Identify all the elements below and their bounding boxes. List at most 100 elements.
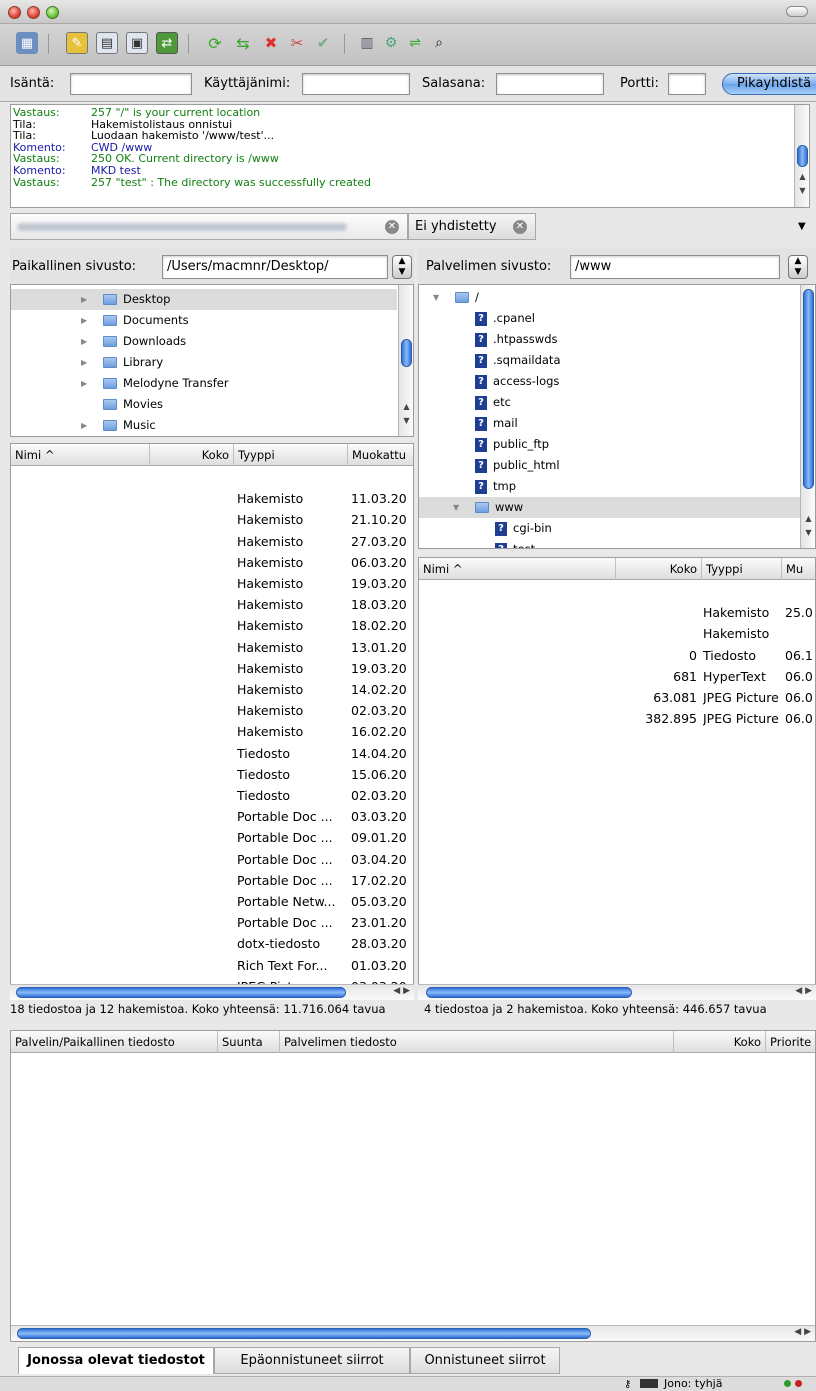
scroll-arrows-icon[interactable]: ◀ ▶ xyxy=(794,1327,811,1337)
local-tree-icon[interactable]: ▤ xyxy=(96,32,118,54)
col-name[interactable]: Nimi ^ xyxy=(419,558,615,580)
message-log[interactable]: Vastaus: 257 "/" is your current location… xyxy=(10,104,810,208)
table-row[interactable]: Hakemisto 11.03.20 xyxy=(11,488,413,509)
local-tree-item[interactable]: ▶ Music xyxy=(11,415,397,436)
scroll-arrows-icon[interactable]: ◀ ▶ xyxy=(795,986,812,996)
scroll-up-icon[interactable]: ▲ xyxy=(399,401,413,413)
local-tree-item[interactable]: ▶ Library xyxy=(11,352,397,373)
log-scrollbar[interactable]: ▲ ▼ xyxy=(794,105,809,207)
remote-tree-item[interactable]: ? test xyxy=(419,539,801,548)
col-modified[interactable]: Mu xyxy=(781,558,815,580)
remote-tree-item[interactable]: ? .sqmaildata xyxy=(419,350,801,371)
remote-path-dropdown-icon[interactable]: ▲ ▼ xyxy=(788,255,808,279)
tab-queued[interactable]: Jonossa olevat tiedostot xyxy=(18,1347,214,1374)
close-tab-icon[interactable]: ✕ xyxy=(513,220,527,234)
table-row[interactable]: .. xyxy=(419,581,815,602)
toolbar-toggle-pill[interactable] xyxy=(786,6,808,17)
remote-tree-item[interactable]: ? public_html xyxy=(419,455,801,476)
tabs-menu-icon[interactable]: ▼ xyxy=(798,221,806,232)
remote-tree-item[interactable]: ? mail xyxy=(419,413,801,434)
table-row[interactable]: Portable Netw... 05.03.20 xyxy=(11,891,413,912)
disclosure-triangle-icon[interactable]: ▶ xyxy=(81,373,91,394)
remote-hscroll[interactable]: ◀ ▶ xyxy=(418,984,816,1000)
table-row[interactable]: testHakemisto xyxy=(419,623,815,644)
remote-tree-scrollbar[interactable]: ▲ ▼ xyxy=(800,285,815,548)
scroll-up-icon[interactable]: ▲ xyxy=(795,171,809,183)
table-row[interactable]: Tiedosto 15.06.20 xyxy=(11,764,413,785)
cancel-icon[interactable]: ✖ xyxy=(260,32,282,54)
remote-tree-item[interactable]: ▼ / xyxy=(419,287,801,308)
table-row[interactable]: Hakemisto 18.03.20 xyxy=(11,594,413,615)
transfer-queue-icon[interactable]: ⇄ xyxy=(156,32,178,54)
local-hscroll[interactable]: ◀ ▶ xyxy=(10,984,414,1000)
table-row[interactable]: Portable Doc ... 03.04.20 xyxy=(11,849,413,870)
refresh-icon[interactable]: ⟳ xyxy=(204,32,226,54)
col-size[interactable]: Koko xyxy=(149,444,233,466)
search-icon[interactable]: ⌕ xyxy=(428,32,450,54)
disclosure-triangle-icon[interactable]: ▶ xyxy=(81,310,91,331)
quickconnect-button[interactable]: Pikayhdistä xyxy=(722,73,816,95)
tab-connection-1[interactable]: ✕ xyxy=(10,213,408,240)
table-row[interactable]: index.html681HyperText06.0 xyxy=(419,666,815,687)
table-row[interactable]: Tiedosto 02.03.20 xyxy=(11,785,413,806)
table-row[interactable]: Rich Text For... 01.03.20 xyxy=(11,955,413,976)
disclosure-triangle-icon[interactable]: ▶ xyxy=(81,331,91,352)
table-row[interactable]: Hakemisto 18.02.20 xyxy=(11,615,413,636)
site-manager-icon[interactable]: ▦ xyxy=(16,32,38,54)
close-window-icon[interactable] xyxy=(8,6,21,19)
scroll-thumb[interactable] xyxy=(16,987,346,998)
col-size[interactable]: Koko xyxy=(615,558,701,580)
table-row[interactable]: Portable Doc ... 03.03.20 xyxy=(11,806,413,827)
table-row[interactable] xyxy=(11,467,413,488)
table-row[interactable]: Portable Doc ... 23.01.20 xyxy=(11,912,413,933)
disclosure-triangle-icon[interactable]: ▶ xyxy=(81,415,91,436)
tab-successful[interactable]: Onnistuneet siirrot xyxy=(410,1347,560,1374)
table-row[interactable]: Hakemisto 19.03.20 xyxy=(11,658,413,679)
table-row[interactable]: 382.895 JPEG Picture 06.0 xyxy=(419,708,815,729)
col-type[interactable]: Tyyppi xyxy=(701,558,781,580)
tab-failed[interactable]: Epäonnistuneet siirrot xyxy=(214,1347,410,1374)
minimize-window-icon[interactable] xyxy=(27,6,40,19)
message-log-icon[interactable]: ✎ xyxy=(66,32,88,54)
table-row[interactable]: Tiedosto 14.04.20 xyxy=(11,743,413,764)
col-priority[interactable]: Priorite xyxy=(765,1031,815,1053)
scroll-thumb[interactable] xyxy=(401,339,412,367)
table-row[interactable]: Hakemisto 02.03.20 xyxy=(11,700,413,721)
table-row[interactable]: Hakemisto 21.10.20 xyxy=(11,509,413,530)
username-input[interactable] xyxy=(302,73,410,95)
col-remote-file[interactable]: Palvelimen tiedosto xyxy=(279,1031,673,1053)
reconnect-icon[interactable]: ✔ xyxy=(312,32,334,54)
close-tab-icon[interactable]: ✕ xyxy=(385,220,399,234)
remote-tree[interactable]: ▼ /? .cpanel? .htpasswds? .sqmaildata? access… xyxy=(418,284,816,549)
scroll-down-icon[interactable]: ▼ xyxy=(399,415,413,427)
remote-tree-item[interactable]: ? cgi-bin xyxy=(419,518,801,539)
table-row[interactable]: Portable Doc ... 09.01.20 xyxy=(11,827,413,848)
local-tree[interactable]: ▶ Desktop ▶ Documents ▶ Downloads ▶ Library ▶ Mel… xyxy=(10,284,414,437)
remote-tree-item[interactable]: ? .htpasswds xyxy=(419,329,801,350)
col-size[interactable]: Koko xyxy=(673,1031,765,1053)
scroll-down-icon[interactable]: ▼ xyxy=(795,185,809,197)
disclosure-triangle-icon[interactable]: ▼ xyxy=(453,497,463,518)
filter-icon[interactable]: ▥ xyxy=(356,32,378,54)
remote-tree-icon[interactable]: ▣ xyxy=(126,32,148,54)
zoom-window-icon[interactable] xyxy=(46,6,59,19)
process-queue-icon[interactable]: ⇆ xyxy=(232,32,254,54)
table-row[interactable]: Hakemisto 27.03.20 xyxy=(11,531,413,552)
password-input[interactable] xyxy=(496,73,604,95)
scroll-arrows-icon[interactable]: ◀ ▶ xyxy=(393,986,410,996)
col-name[interactable]: Nimi ^ xyxy=(11,444,149,466)
remote-tree-item[interactable]: ? public_ftp xyxy=(419,434,801,455)
queue-hscroll[interactable]: ◀ ▶ xyxy=(11,1325,815,1341)
scroll-down-icon[interactable]: ▼ xyxy=(801,527,815,539)
table-row[interactable]: .htaccess0Tiedosto06.1 xyxy=(419,645,815,666)
col-local-file[interactable]: Palvelin/Paikallinen tiedosto xyxy=(11,1031,217,1053)
remote-tree-item[interactable]: ? access-logs xyxy=(419,371,801,392)
transfer-queue[interactable]: Palvelin/Paikallinen tiedosto Suunta Pal… xyxy=(10,1030,816,1342)
scroll-thumb[interactable] xyxy=(803,289,814,489)
scroll-thumb[interactable] xyxy=(426,987,632,998)
host-input[interactable] xyxy=(70,73,192,95)
scroll-up-icon[interactable]: ▲ xyxy=(801,513,815,525)
port-input[interactable] xyxy=(668,73,706,95)
log-scroll-thumb[interactable] xyxy=(797,145,808,167)
compare-icon[interactable]: ⚙ xyxy=(380,32,402,54)
